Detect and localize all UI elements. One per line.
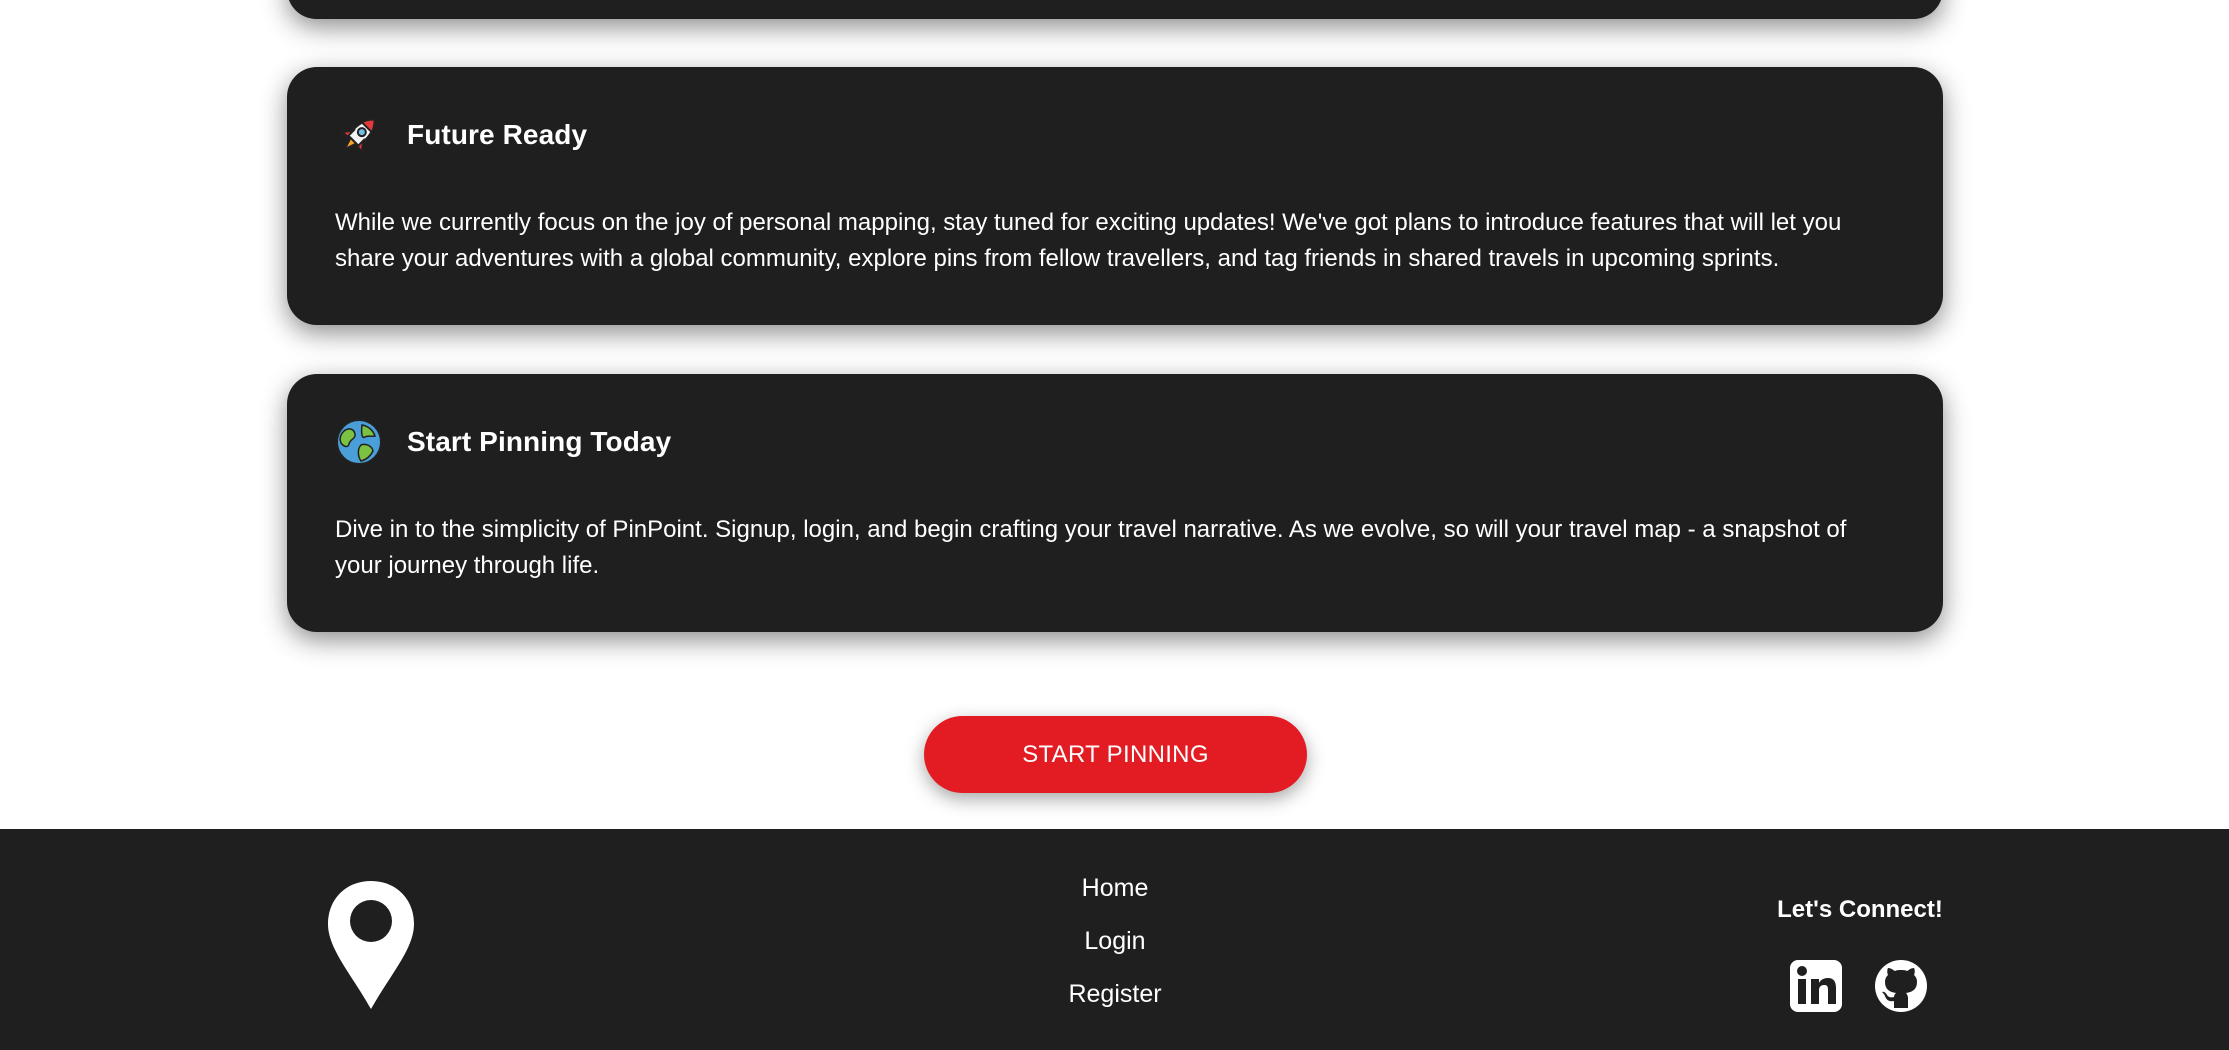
card-description: Dive in to the simplicity of PinPoint. S…: [335, 516, 1847, 579]
card-title: Start Pinning Today: [407, 426, 672, 457]
card-header: Start Pinning Today: [334, 414, 671, 470]
footer-link-register[interactable]: Register: [1068, 979, 1161, 1009]
start-pinning-button[interactable]: START PINNING: [924, 716, 1307, 793]
connect-heading: Let's Connect!: [1777, 896, 1943, 923]
card-header: Future Ready: [334, 107, 587, 163]
github-icon[interactable]: [1874, 959, 1928, 1013]
rocket-icon: [334, 110, 384, 160]
feature-card-previous: [287, 0, 1943, 19]
globe-icon: [334, 417, 384, 467]
map-pin-icon[interactable]: [326, 879, 416, 1011]
card-description: While we currently focus on the joy of p…: [335, 209, 1842, 272]
footer: Home Login Register Let's Connect!: [0, 829, 2229, 1050]
linkedin-icon[interactable]: [1789, 959, 1843, 1013]
footer-nav: Home Login Register: [1014, 873, 1216, 1032]
footer-link-login[interactable]: Login: [1084, 926, 1145, 956]
page: Future Ready While we currently focus on…: [0, 0, 2229, 1050]
feature-card-future-ready: Future Ready While we currently focus on…: [287, 67, 1943, 325]
feature-card-start-pinning: Start Pinning Today Dive in to the simpl…: [287, 374, 1943, 632]
card-title: Future Ready: [407, 119, 588, 150]
footer-link-home[interactable]: Home: [1082, 873, 1149, 903]
